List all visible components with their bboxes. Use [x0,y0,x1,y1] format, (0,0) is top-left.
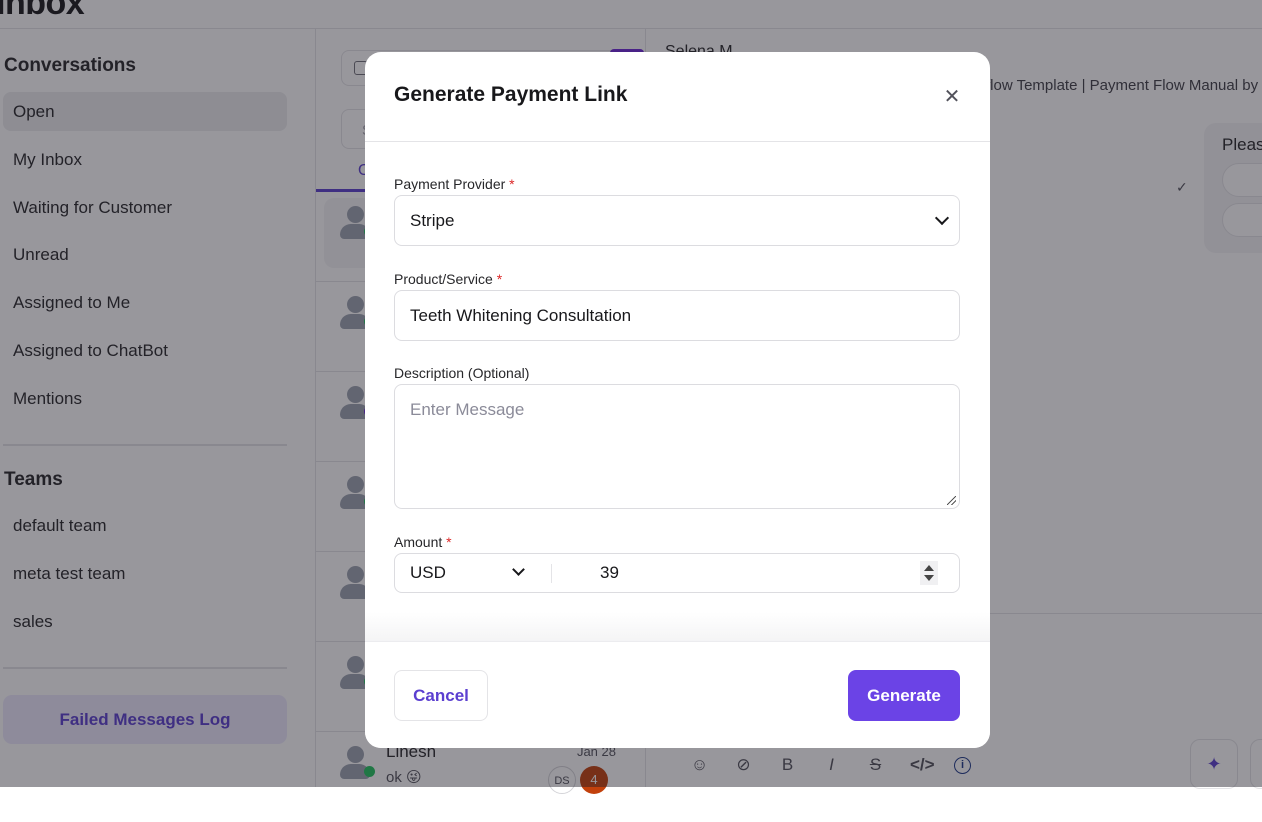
dialog-footer: Cancel Generate [365,641,990,748]
payment-provider-select[interactable]: Stripe [394,195,960,246]
payment-provider-label: Payment Provider * [394,176,515,192]
app-root: Inbox Conversations Open My Inbox Waitin… [0,0,1262,787]
product-label: Product/Service * [394,271,502,287]
scroll-fade [365,612,990,642]
divider [551,564,552,583]
chevron-down-icon[interactable] [512,563,525,576]
generate-payment-link-dialog: Generate Payment Link ✕ Payment Provider… [365,52,990,748]
description-placeholder: Enter Message [410,400,524,419]
divider [365,141,990,142]
increment-icon [924,565,934,571]
description-label: Description (Optional) [394,365,529,381]
currency-select[interactable]: USD [410,554,446,592]
product-service-input[interactable]: Teeth Whitening Consultation [394,290,960,341]
generate-button[interactable]: Generate [848,670,960,721]
number-stepper[interactable] [920,561,938,585]
cancel-button[interactable]: Cancel [394,670,488,721]
chevron-down-icon [935,211,949,225]
amount-field: USD 39 [394,553,960,593]
payment-provider-value: Stripe [410,211,454,230]
amount-label: Amount * [394,534,452,550]
dialog-title: Generate Payment Link [394,83,627,107]
close-icon[interactable]: ✕ [940,85,964,109]
resize-handle-icon[interactable] [947,496,956,505]
amount-input[interactable]: 39 [600,554,619,592]
description-textarea[interactable]: Enter Message [394,384,960,509]
decrement-icon [924,575,934,581]
